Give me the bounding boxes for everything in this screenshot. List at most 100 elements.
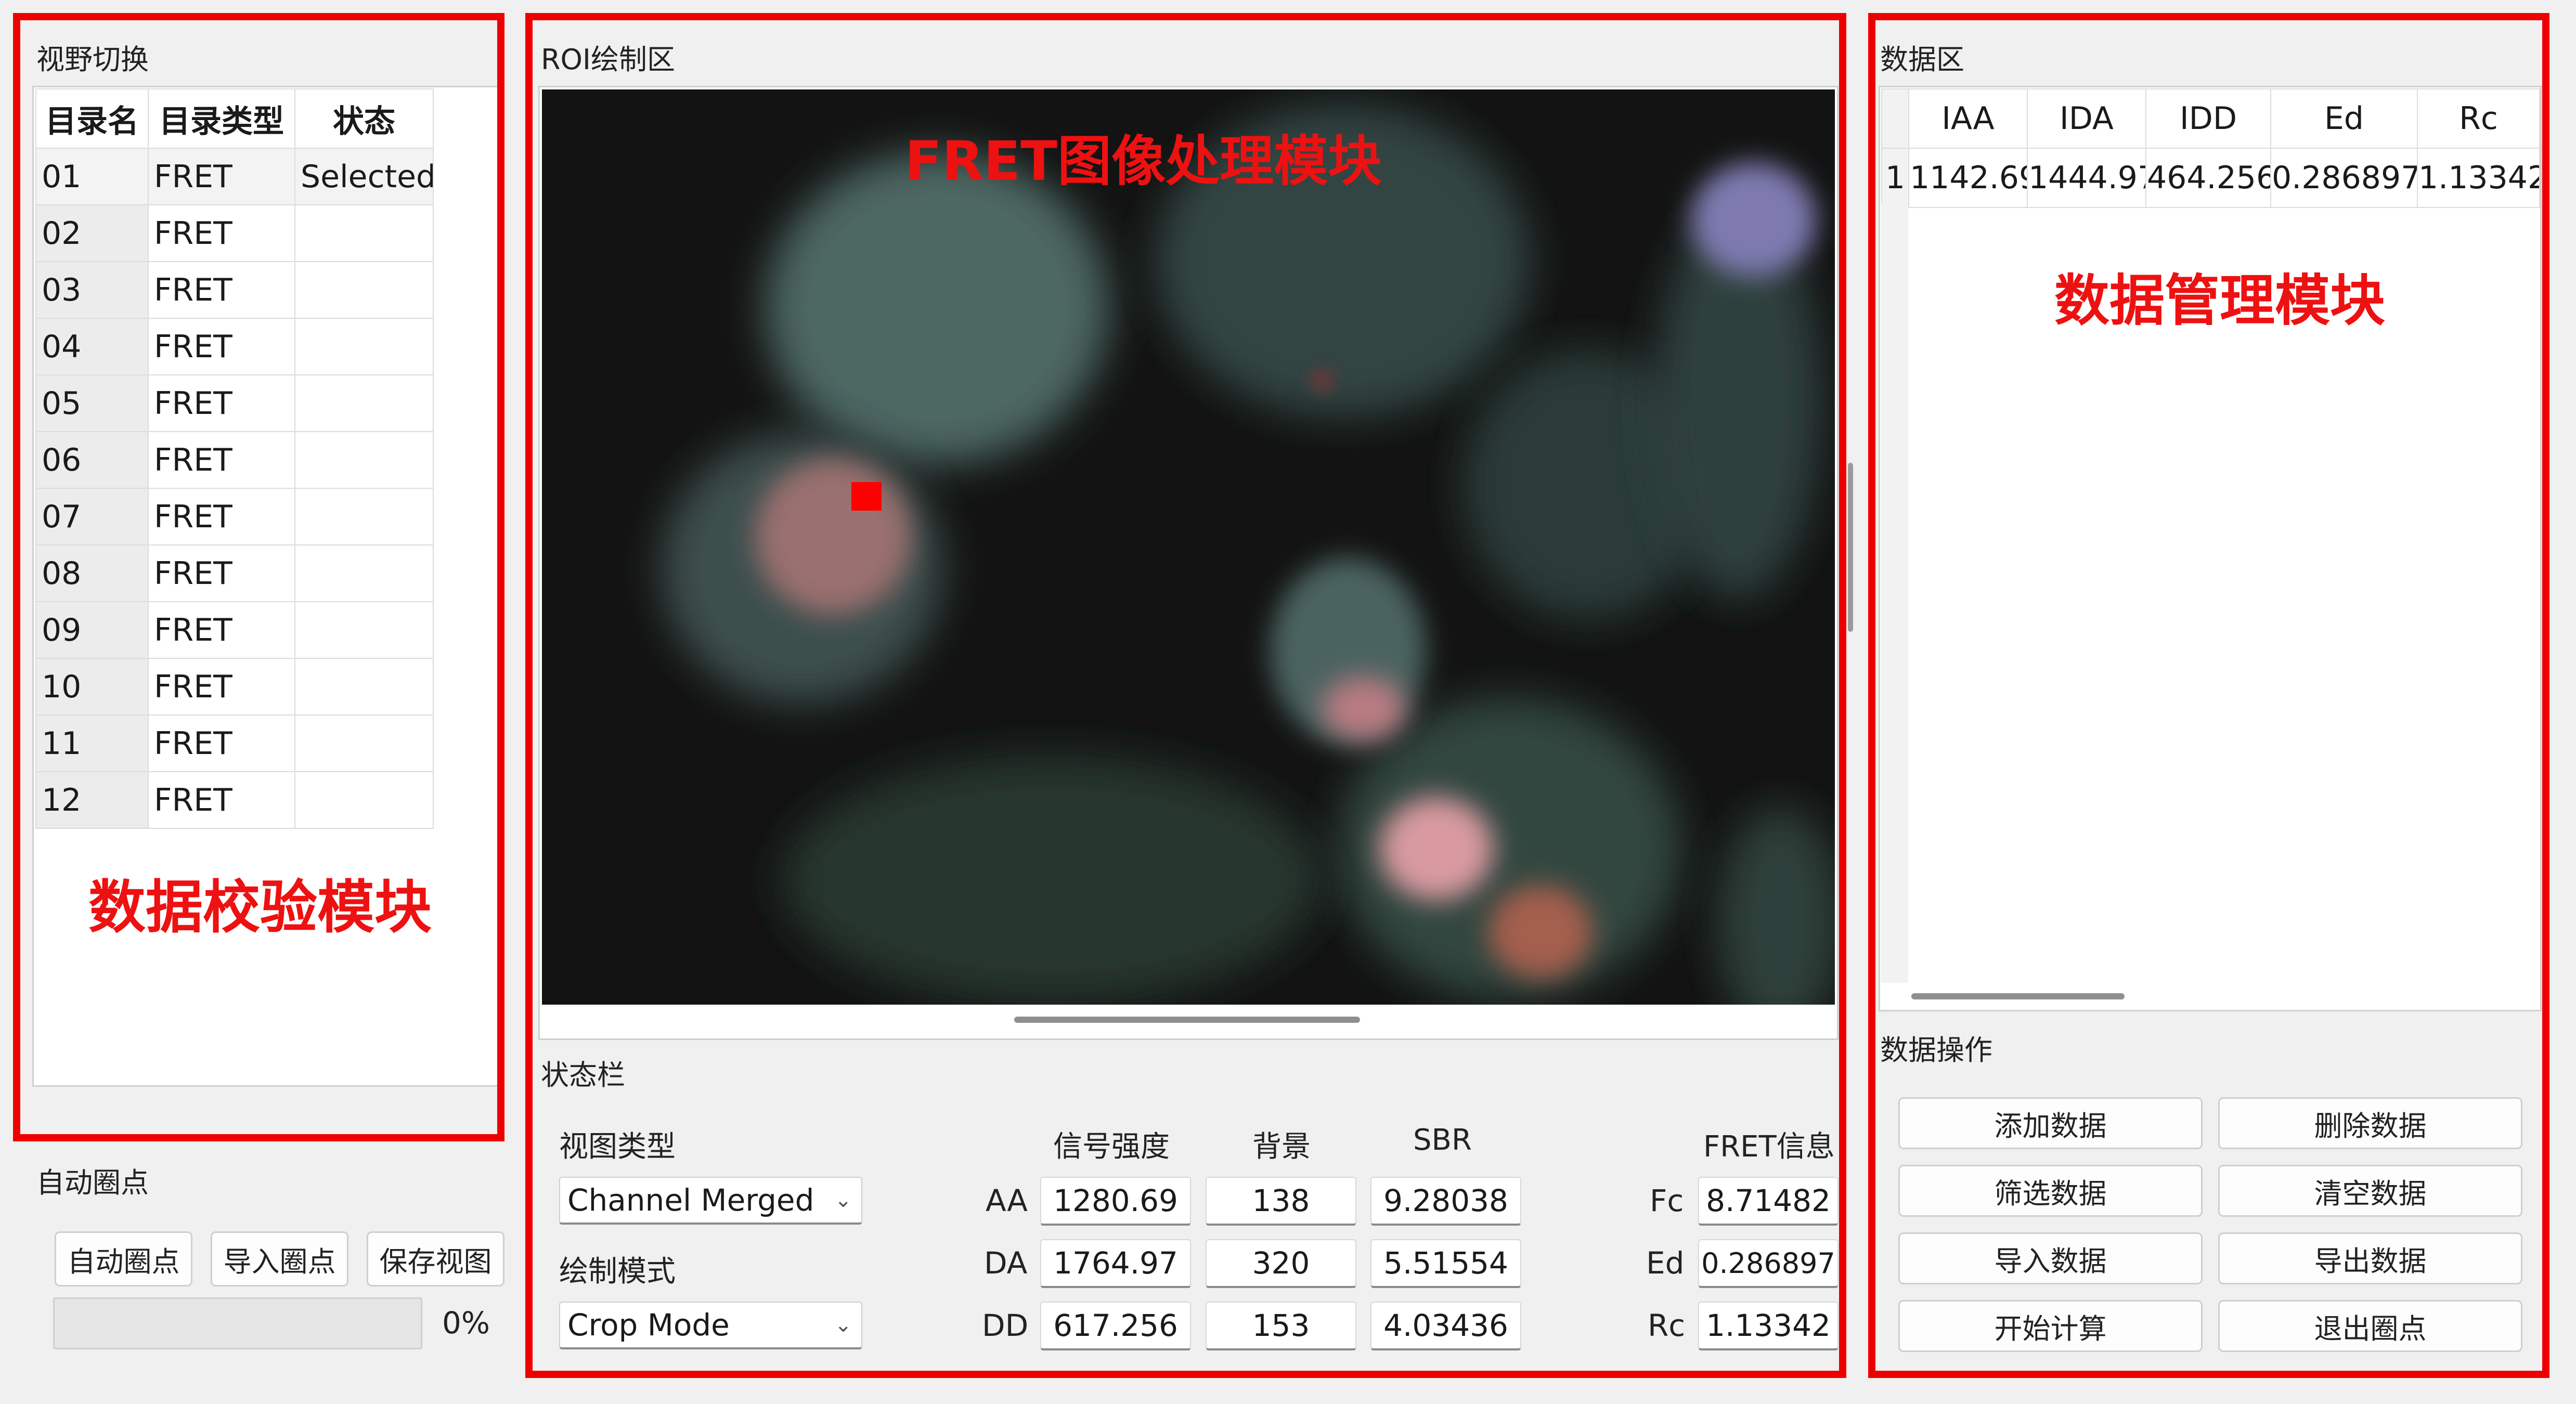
aa-sbr-field[interactable]: 9.28038 [1370,1177,1521,1226]
da-sbr-field[interactable]: 5.51554 [1370,1239,1521,1288]
directory-status-cell [294,771,434,829]
data-cell[interactable]: 0.286897 [2270,148,2418,208]
directory-status-cell: Selected [294,148,434,205]
directory-type-cell: FRET [148,658,295,716]
table-row[interactable]: 04 FRET [35,318,434,375]
data-ops-title: 数据操作 [1880,1034,1992,1067]
draw-mode-select[interactable]: Crop Mode ⌄ [559,1302,862,1349]
channel-aa-label: AA [986,1183,1028,1218]
directory-type-cell: FRET [148,714,295,772]
import-spots-button[interactable]: 导入圈点 [211,1231,348,1286]
aa-signal-field[interactable]: 1280.69 [1040,1177,1191,1226]
fret-rc-field[interactable]: 1.13342 [1698,1302,1839,1350]
fret-fc-field[interactable]: 8.71482 [1698,1177,1839,1226]
auto-spot-title: 自动圈点 [36,1166,149,1199]
view-type-value: Channel Merged [567,1182,814,1218]
image-horizontal-scrollbar[interactable] [1014,1017,1360,1023]
save-view-button[interactable]: 保存视图 [367,1231,504,1286]
table-row[interactable]: 08 FRET [35,544,434,602]
delete-data-button[interactable]: 删除数据 [2218,1097,2522,1149]
directory-status-cell [294,261,434,319]
data-area-title: 数据区 [1880,43,1964,76]
table-row[interactable]: 1 1142.69 1444.97 464.256 0.286897 1.13342 [1881,148,2540,208]
directory-type-cell: FRET [148,204,295,262]
data-cell[interactable]: 1142.69 [1908,148,2028,208]
filter-data-button[interactable]: 筛选数据 [1898,1165,2203,1217]
table-row[interactable]: 03 FRET [35,261,434,319]
roi-marker[interactable] [851,482,882,511]
view-switch-title: 视野切换 [36,43,149,76]
data-cell[interactable]: 464.256 [2145,148,2271,208]
directory-status-cell [294,374,434,432]
fret-ed-field[interactable]: 0.286897 [1698,1239,1839,1288]
directory-name-cell: 08 [35,544,149,602]
table-row[interactable]: 01 FRET Selected [35,148,434,205]
column-header-name[interactable]: 目录名 [35,88,149,149]
row-header-column [1881,203,1908,983]
column-header-ida[interactable]: IDA [2027,88,2146,149]
table-row[interactable]: 10 FRET [35,658,434,716]
column-header-rc[interactable]: Rc [2417,88,2540,149]
aa-background-field[interactable]: 138 [1206,1177,1356,1226]
column-header-type[interactable]: 目录类型 [148,88,295,149]
directory-name-cell: 12 [35,771,149,829]
table-row[interactable]: 07 FRET [35,488,434,545]
table-row[interactable]: 06 FRET [35,431,434,489]
column-header-iaa[interactable]: IAA [1908,88,2028,149]
table-row[interactable]: 12 FRET [35,771,434,829]
splitter-handle[interactable] [1848,463,1853,632]
data-horizontal-scrollbar[interactable] [1911,993,2125,999]
data-cell[interactable]: 1.13342 [2417,148,2540,208]
directory-status-cell [294,431,434,489]
directory-type-cell: FRET [148,374,295,432]
dd-signal-field[interactable]: 617.256 [1040,1302,1191,1350]
directory-status-cell [294,601,434,659]
directory-type-cell: FRET [148,544,295,602]
row-number[interactable]: 1 [1881,148,1909,208]
progress-percent: 0% [442,1305,490,1341]
directory-type-cell: FRET [148,601,295,659]
column-header-idd[interactable]: IDD [2145,88,2271,149]
directory-status-cell [294,488,434,545]
data-panel [1879,86,2542,1011]
table-row[interactable]: 09 FRET [35,601,434,659]
export-data-button[interactable]: 导出数据 [2218,1232,2522,1284]
table-row[interactable]: 05 FRET [35,374,434,432]
import-data-button[interactable]: 导入数据 [1898,1232,2203,1284]
data-table: IAA IDA IDD Ed Rc 1 1142.69 1444.97 464.256… [1881,88,2540,208]
data-validation-module-label: 数据校验模块 [88,874,432,941]
view-type-label: 视图类型 [559,1130,676,1164]
fret-fc-label: Fc [1650,1183,1684,1218]
start-calc-button[interactable]: 开始计算 [1898,1300,2203,1352]
dd-background-field[interactable]: 153 [1206,1302,1356,1350]
fret-image-canvas[interactable] [542,89,1835,1005]
progress-bar [53,1297,422,1349]
exit-spotting-button[interactable]: 退出圈点 [2218,1300,2522,1352]
da-background-field[interactable]: 320 [1206,1239,1356,1288]
da-signal-field[interactable]: 1764.97 [1040,1239,1191,1288]
table-row[interactable]: 11 FRET [35,714,434,772]
background-header: 背景 [1252,1130,1311,1164]
data-management-module-label: 数据管理模块 [2054,269,2385,333]
column-header-ed[interactable]: Ed [2270,88,2418,149]
chevron-down-icon: ⌄ [834,1313,852,1337]
view-type-select[interactable]: Channel Merged ⌄ [559,1177,862,1225]
clear-data-button[interactable]: 清空数据 [2218,1165,2522,1217]
add-data-button[interactable]: 添加数据 [1898,1097,2203,1149]
data-cell[interactable]: 1444.97 [2027,148,2146,208]
draw-mode-value: Crop Mode [567,1307,730,1343]
directory-status-cell [294,318,434,375]
channel-dd-label: DD [982,1308,1029,1343]
table-corner[interactable] [1881,88,1909,149]
directory-type-cell: FRET [148,318,295,375]
column-header-status[interactable]: 状态 [294,88,434,149]
directory-name-cell: 03 [35,261,149,319]
fret-processing-module-label: FRET图像处理模块 [905,129,1382,193]
dd-sbr-field[interactable]: 4.03436 [1370,1302,1521,1350]
directory-type-cell: FRET [148,488,295,545]
directory-name-cell: 11 [35,714,149,772]
table-row[interactable]: 02 FRET [35,204,434,262]
fret-rc-label: Rc [1648,1308,1686,1343]
roi-draw-title: ROI绘制区 [541,43,675,76]
auto-spot-button[interactable]: 自动圈点 [55,1231,192,1286]
